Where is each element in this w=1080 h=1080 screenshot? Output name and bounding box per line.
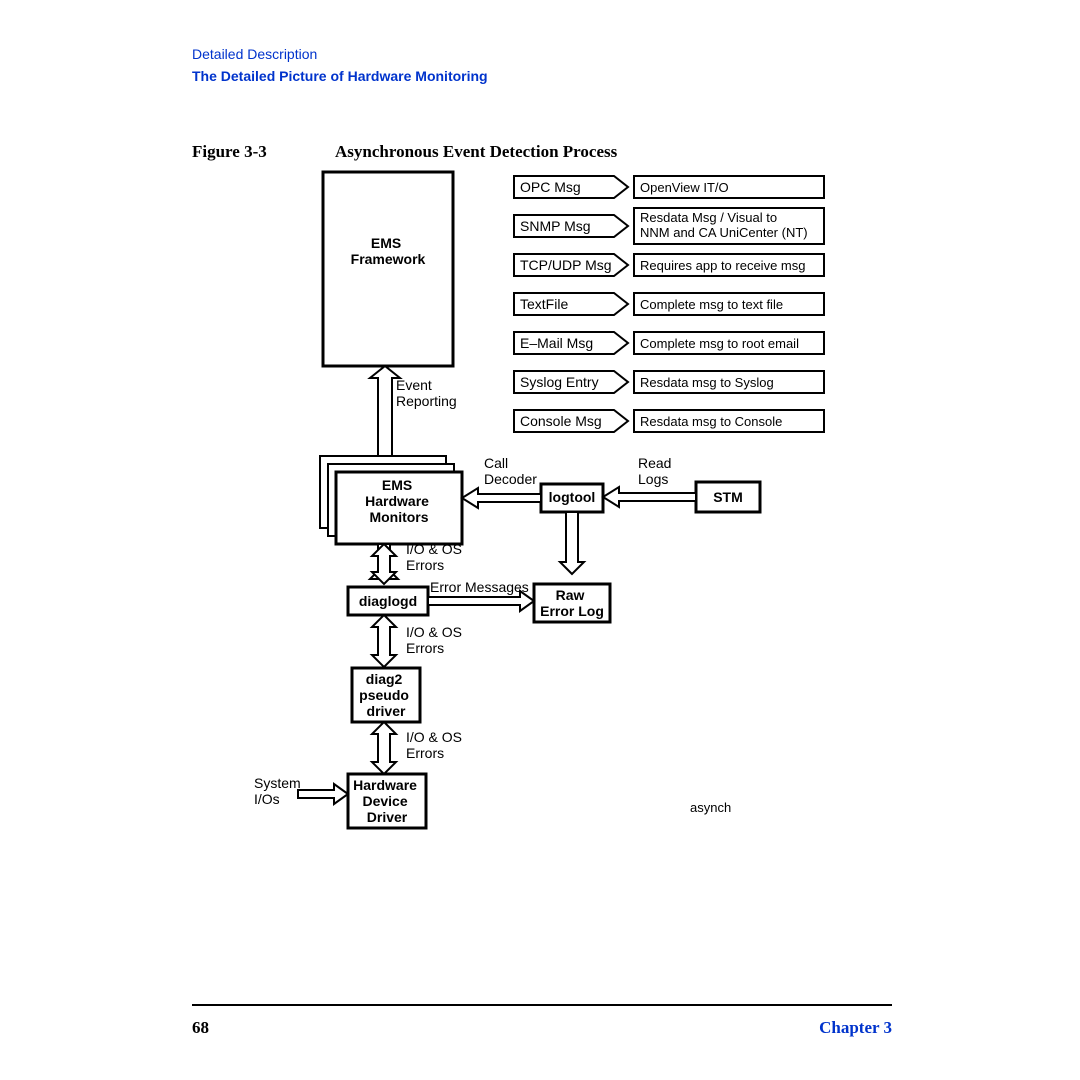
arrow-system-ios	[298, 784, 348, 804]
msg-type-text: Syslog Entry	[520, 374, 599, 390]
read-logs-arrow	[603, 487, 696, 507]
page-number: 68	[192, 1018, 209, 1038]
io-os-errors-2: I/O & OS Errors	[406, 624, 466, 656]
arrow-diag2-hdd	[372, 722, 396, 774]
msg-type-text: SNMP Msg	[520, 218, 591, 234]
call-decoder-arrow	[462, 488, 541, 508]
logtool-text: logtool	[549, 489, 596, 505]
arrow-diaglogd-diag2	[372, 615, 396, 667]
error-messages-label: Error Messages	[430, 579, 529, 595]
msg-type-text: E–Mail Msg	[520, 335, 593, 351]
ems-framework-box	[323, 172, 453, 366]
diag2-text: diag2 pseudo driver	[359, 671, 413, 719]
msg-desc-text: Resdata msg to Syslog	[640, 375, 774, 390]
diaglogd-text: diaglogd	[359, 593, 417, 609]
msg-type-text: TCP/UDP Msg	[520, 257, 612, 273]
call-decoder-label: Call Decoder	[484, 455, 537, 487]
io-os-errors-3: I/O & OS Errors	[406, 729, 466, 761]
msg-desc-text: Complete msg to root email	[640, 336, 799, 351]
diagram-svg: EMS Framework OPC MsgOpenView IT/OSNMP M…	[0, 0, 1080, 1080]
msg-type-text: OPC Msg	[520, 179, 581, 195]
msg-type-text: Console Msg	[520, 413, 602, 429]
asynch-label: asynch	[690, 800, 731, 815]
stm-text: STM	[713, 489, 743, 505]
msg-desc-text: Resdata msg to Console	[640, 414, 782, 429]
msg-desc-text: Requires app to receive msg	[640, 258, 805, 273]
io-os-errors-1: I/O & OS Errors	[406, 541, 466, 573]
event-reporting-label: Event Reporting	[396, 377, 457, 409]
arrow-raw-logtool	[560, 512, 584, 574]
chapter-link[interactable]: Chapter 3	[819, 1018, 892, 1038]
footer-rule	[192, 1004, 892, 1006]
msg-desc-text: OpenView IT/O	[640, 180, 729, 195]
msg-desc-text: Complete msg to text file	[640, 297, 783, 312]
read-logs-label: Read Logs	[638, 455, 675, 487]
system-ios-label: System I/Os	[254, 775, 305, 807]
msg-type-text: TextFile	[520, 296, 568, 312]
